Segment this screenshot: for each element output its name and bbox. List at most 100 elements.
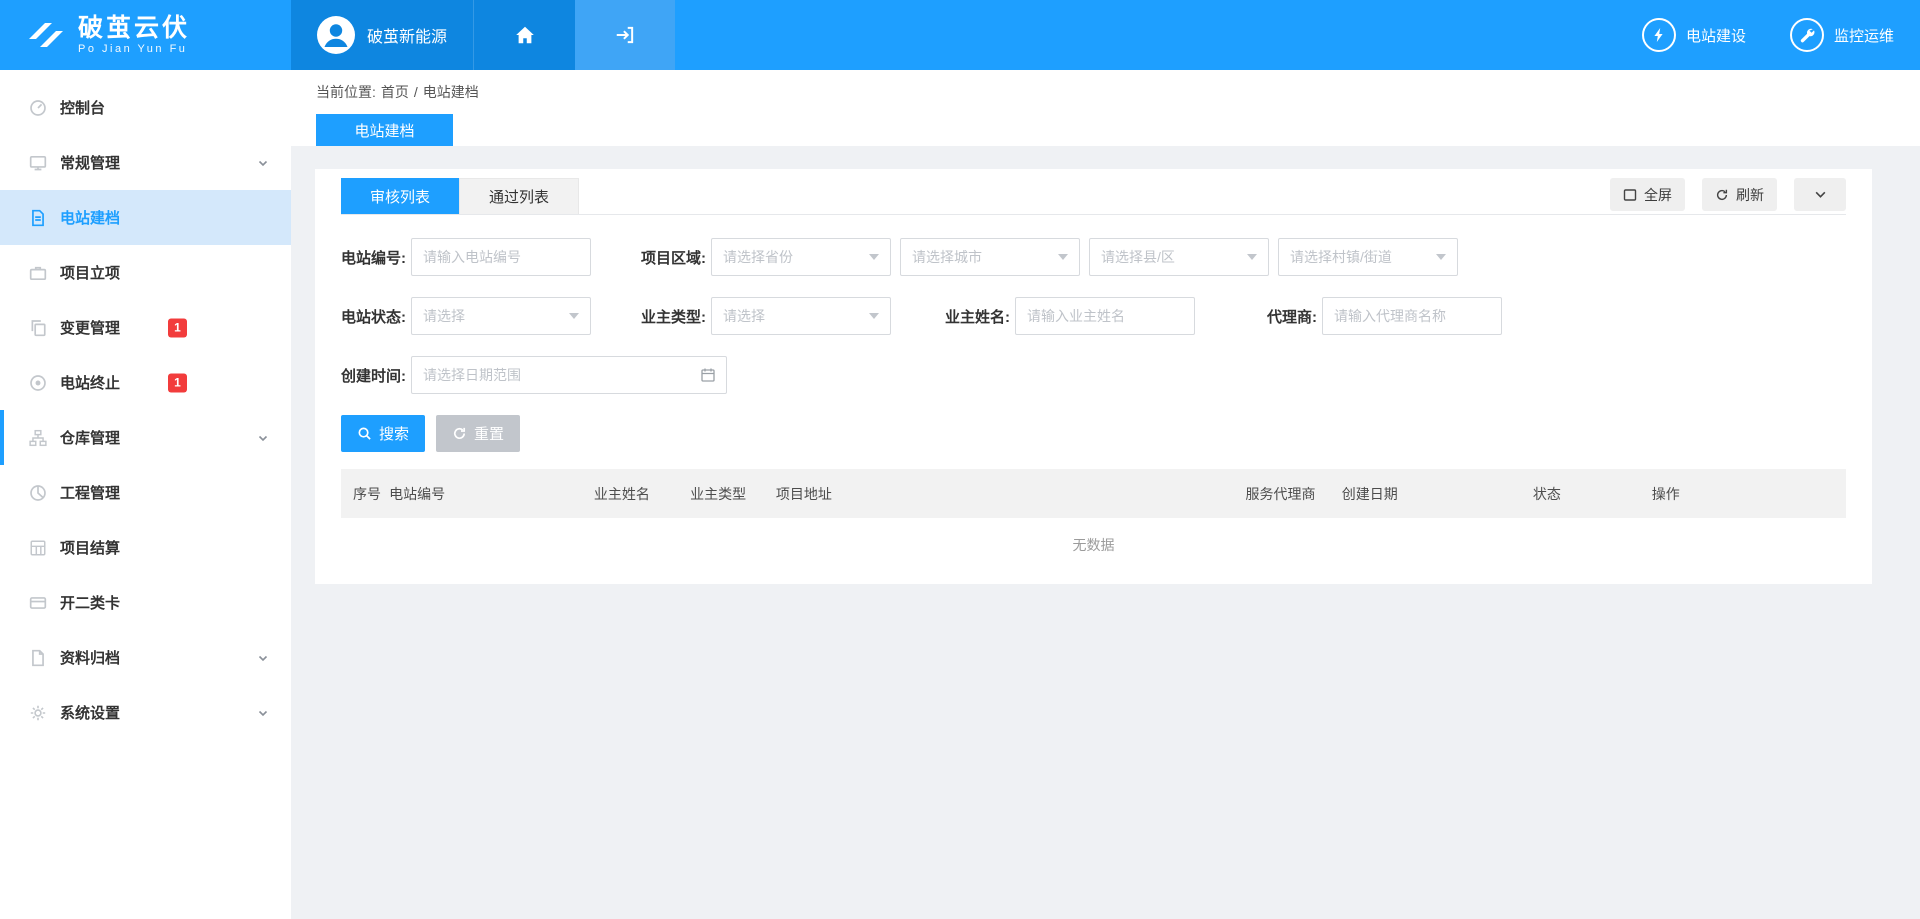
nav-label: 监控运维 [1834,25,1894,46]
calculator-icon [29,539,47,557]
topbar: 当前位置: 首页 / 电站建档 电站建档 [291,70,1920,146]
column-header-operations: 操作 [1652,484,1846,504]
collapse-button[interactable] [1794,178,1846,211]
search-button[interactable]: 搜索 [341,415,425,452]
sidebar-item-label: 工程管理 [60,482,120,503]
sidebar-item-project-initiation[interactable]: 项目立项 [0,245,291,300]
app-root: 破茧云伏 Po Jian Yun Fu 破茧新能源 [0,0,1920,919]
breadcrumb-prefix: 当前位置: [316,82,376,102]
column-header-created-date: 创建日期 [1342,484,1533,504]
sidebar-item-label: 项目立项 [60,262,120,283]
agent-input[interactable] [1322,297,1502,335]
fullscreen-label: 全屏 [1644,185,1672,205]
sidebar: 控制台 常规管理 电站建档 项目立项 [0,70,291,919]
region-label: 项目区域: [641,247,706,268]
notification-badge: 1 [168,373,187,392]
city-select[interactable]: 请选择城市 [900,238,1080,276]
sidebar-item-label: 系统设置 [60,702,120,723]
chevron-down-icon [869,254,879,260]
filter-actions: 搜索 重置 [341,415,1846,452]
filter-form: 电站编号: 项目区域: 请选择省份 请选择城市 [341,238,1846,394]
fullscreen-button[interactable]: 全屏 [1610,178,1685,211]
tab-passed-list[interactable]: 通过列表 [459,178,579,214]
table-header: 序号 电站编号 业主姓名 业主类型 项目地址 服务代理商 创建日期 状态 操作 [341,469,1846,518]
logout-button[interactable] [575,0,675,70]
home-icon [514,24,536,46]
province-select[interactable]: 请选择省份 [711,238,891,276]
town-placeholder: 请选择村镇/街道 [1290,247,1392,267]
owner-name-label: 业主姓名: [945,306,1010,327]
header-nav: 电站建设 监控运维 [1642,0,1920,70]
chevron-down-icon [257,157,269,169]
chevron-down-icon [1247,254,1257,260]
city-placeholder: 请选择城市 [912,247,982,267]
filter-row-1: 电站编号: 项目区域: 请选择省份 请选择城市 [341,238,1846,276]
page-tab-station-archive[interactable]: 电站建档 [316,114,453,146]
sidebar-item-station-termination[interactable]: 电站终止 1 [0,355,291,410]
date-range-input[interactable] [411,356,727,394]
sidebar-item-document-archive[interactable]: 资料归档 [0,630,291,685]
user-account[interactable]: 破茧新能源 [291,0,473,70]
owner-type-label: 业主类型: [641,306,706,327]
sidebar-item-label: 变更管理 [60,317,120,338]
breadcrumb-current: 电站建档 [423,82,479,102]
sidebar-item-label: 电站终止 [60,372,120,393]
date-range-field [411,356,727,394]
chevron-down-icon [257,707,269,719]
sidebar-item-label: 开二类卡 [60,592,120,613]
owner-name-input[interactable] [1015,297,1195,335]
sidebar-item-label: 项目结算 [60,537,120,558]
sidebar-item-console[interactable]: 控制台 [0,80,291,135]
sidebar-item-label: 仓库管理 [60,427,120,448]
filter-row-3: 创建时间: [341,356,1846,394]
sitemap-icon [29,429,47,447]
tab-review-list[interactable]: 审核列表 [341,178,459,214]
column-header-status: 状态 [1533,484,1652,504]
nav-label: 电站建设 [1686,25,1746,46]
notification-badge: 1 [168,318,187,337]
breadcrumb-home[interactable]: 首页 [381,82,409,102]
refresh-button[interactable]: 刷新 [1702,178,1777,211]
breadcrumb-separator: / [414,84,418,100]
logo-text: 破茧云伏 Po Jian Yun Fu [78,15,190,56]
sidebar-item-project-settlement[interactable]: 项目结算 [0,520,291,575]
sidebar-item-general-management[interactable]: 常规管理 [0,135,291,190]
sidebar-item-label: 常规管理 [60,152,120,173]
sidebar-item-station-archive[interactable]: 电站建档 [0,190,291,245]
lightning-icon [1642,18,1676,52]
search-label: 搜索 [379,423,409,444]
panel-card: 审核列表 通过列表 全屏 刷新 [315,169,1872,584]
reset-icon [452,426,467,441]
chevron-down-icon [1058,254,1068,260]
wrench-icon [1790,18,1824,52]
column-header-station-no: 电站编号 [389,484,594,504]
station-no-label: 电站编号: [341,247,406,268]
copy-icon [29,319,47,337]
sidebar-item-warehouse-management[interactable]: 仓库管理 [0,410,291,465]
sidebar-item-system-settings[interactable]: 系统设置 [0,685,291,740]
station-status-label: 电站状态: [341,306,406,327]
home-button[interactable] [473,0,575,70]
town-select[interactable]: 请选择村镇/街道 [1278,238,1458,276]
monitor-icon [29,154,47,172]
owner-type-select[interactable]: 请选择 [711,297,891,335]
chevron-down-icon [569,313,579,319]
owner-type-placeholder: 请选择 [723,306,765,326]
sidebar-item-change-management[interactable]: 变更管理 1 [0,300,291,355]
reset-button[interactable]: 重置 [436,415,520,452]
logo-subtitle: Po Jian Yun Fu [78,43,190,55]
nav-monitoring-ops[interactable]: 监控运维 [1790,18,1894,52]
dashboard-icon [29,99,47,117]
sidebar-item-open-class2-card[interactable]: 开二类卡 [0,575,291,630]
chevron-down-icon [1814,188,1827,201]
company-name: 破茧新能源 [367,23,447,47]
sidebar-item-engineering-management[interactable]: 工程管理 [0,465,291,520]
stop-circle-icon [29,374,47,392]
station-no-input[interactable] [411,238,591,276]
search-icon [357,426,372,441]
nav-station-construction[interactable]: 电站建设 [1642,18,1746,52]
station-status-select[interactable]: 请选择 [411,297,591,335]
file-icon [29,649,47,667]
column-header-project-address: 项目地址 [776,484,1246,504]
county-select[interactable]: 请选择县/区 [1089,238,1269,276]
